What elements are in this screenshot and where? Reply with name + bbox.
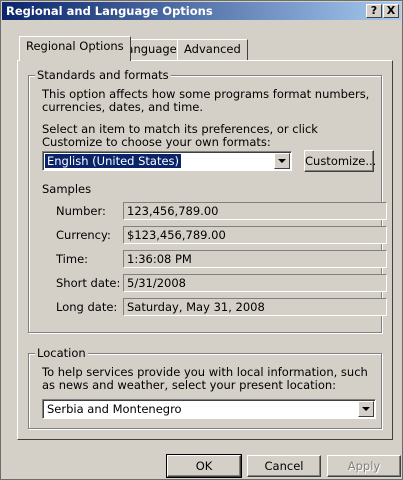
tab-regional-options[interactable]: Regional Options	[19, 36, 131, 61]
chevron-down-icon[interactable]	[358, 401, 374, 417]
sample-long-date-value: Saturday, May 31, 2008	[123, 298, 387, 316]
title-bar: Regional and Language Options	[2, 2, 401, 20]
dialog-window: Regional and Language Options ? X Region…	[0, 0, 403, 480]
sample-long-date-label: Long date:	[56, 300, 118, 314]
sample-number-value: 123,456,789.00	[123, 202, 387, 220]
tab-panel: Standards and formats This option affect…	[17, 60, 393, 440]
format-select[interactable]: English (United States)	[42, 151, 292, 171]
apply-button[interactable]: Apply	[327, 455, 401, 477]
samples-title: Samples	[42, 182, 92, 196]
location-select-value: Serbia and Montenegro	[47, 402, 182, 416]
sample-number-label: Number:	[56, 204, 106, 218]
sample-time-label: Time:	[56, 252, 89, 266]
chevron-down-icon[interactable]	[274, 153, 290, 169]
standards-description: This option affects how some programs fo…	[42, 87, 370, 114]
customize-button[interactable]: Customize...	[304, 150, 376, 172]
sample-currency-value: $123,456,789.00	[123, 226, 387, 244]
location-group: Location To help services provide you wi…	[28, 346, 382, 429]
tab-advanced[interactable]: Advanced	[177, 39, 248, 60]
sample-short-date-label: Short date:	[56, 276, 121, 290]
sample-currency-label: Currency:	[56, 228, 111, 242]
cancel-button[interactable]: Cancel	[247, 455, 321, 477]
location-group-title: Location	[35, 346, 88, 360]
sample-time-value: 1:36:08 PM	[123, 250, 387, 268]
standards-group-title: Standards and formats	[35, 68, 171, 82]
standards-instruction: Select an item to match its preferences,…	[42, 122, 318, 149]
standards-group: Standards and formats This option affect…	[28, 68, 387, 333]
format-select-value: English (United States)	[43, 153, 183, 169]
close-button[interactable]: X	[383, 4, 399, 18]
location-description: To help services provide you with local …	[42, 365, 368, 392]
help-button[interactable]: ?	[366, 4, 382, 18]
window-title: Regional and Language Options	[6, 4, 213, 18]
location-select[interactable]: Serbia and Montenegro	[42, 399, 376, 419]
sample-short-date-value: 5/31/2008	[123, 274, 387, 292]
ok-button[interactable]: OK	[166, 454, 242, 478]
